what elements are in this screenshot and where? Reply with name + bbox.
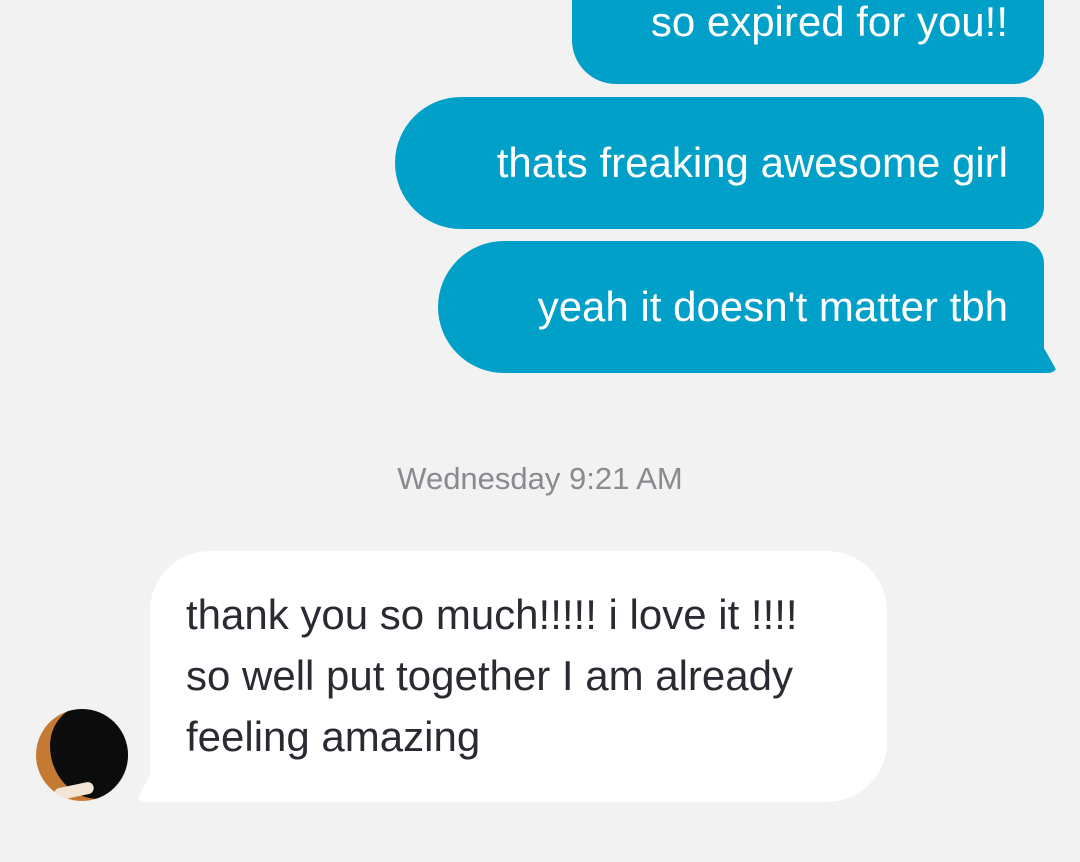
message-text: yeah it doesn't matter tbh — [537, 283, 1008, 330]
message-text: so expired for you!! — [650, 0, 1008, 45]
outgoing-bubble-tail — [1028, 349, 1058, 373]
contact-avatar[interactable] — [36, 709, 128, 801]
incoming-message[interactable]: thank you so much!!!!! i love it !!!! so… — [150, 551, 887, 802]
message-thread[interactable]: so expired for you!! thats freaking awes… — [0, 0, 1080, 862]
message-text: thats freaking awesome girl — [496, 139, 1008, 186]
message-text: thank you so much!!!!! i love it !!!! so… — [186, 591, 798, 760]
message-timestamp: Wednesday 9:21 AM — [397, 461, 683, 496]
outgoing-message[interactable]: so expired for you!! — [572, 0, 1044, 84]
outgoing-message[interactable]: thats freaking awesome girl — [395, 97, 1044, 229]
outgoing-message[interactable]: yeah it doesn't matter tbh — [438, 241, 1044, 373]
